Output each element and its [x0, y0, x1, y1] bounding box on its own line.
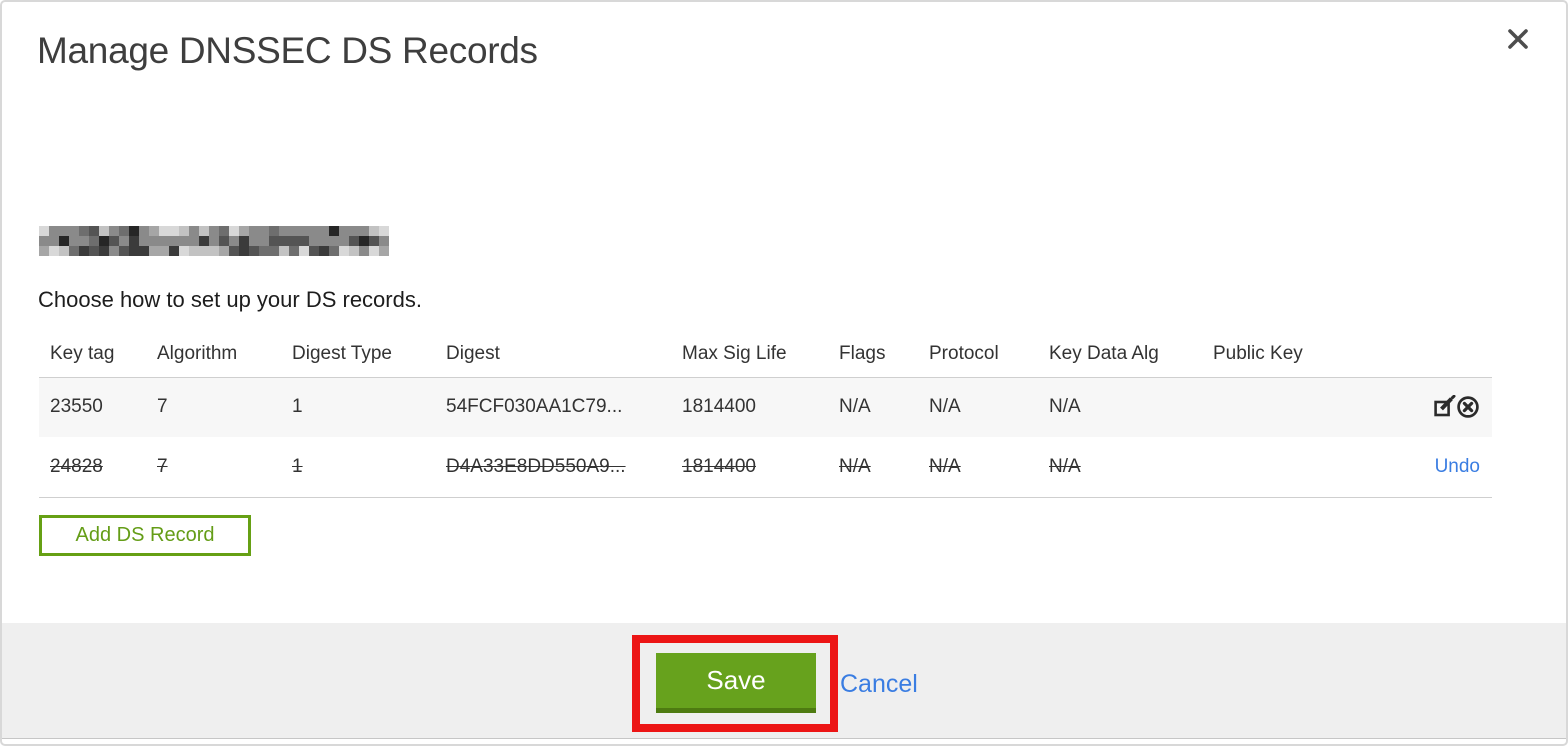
col-header-digest: Digest: [446, 332, 682, 378]
cell-algorithm: 7: [157, 377, 292, 437]
delete-circle-x-icon: [1456, 396, 1480, 422]
cell-public-key: [1213, 377, 1341, 437]
cell-protocol: N/A: [929, 437, 1049, 498]
cell-algorithm: 7: [157, 437, 292, 498]
cell-key-data-alg: N/A: [1049, 437, 1213, 498]
close-button[interactable]: [1504, 26, 1532, 54]
edit-icon: [1432, 394, 1456, 422]
cell-key-tag: 24828: [39, 437, 157, 498]
cancel-link[interactable]: Cancel: [840, 670, 918, 699]
col-header-protocol: Protocol: [929, 332, 1049, 378]
cell-protocol: N/A: [929, 377, 1049, 437]
cell-public-key: [1213, 437, 1341, 498]
table-header-row: Key tag Algorithm Digest Type Digest Max…: [39, 332, 1492, 378]
page-title: Manage DNSSEC DS Records: [37, 30, 538, 71]
cell-key-data-alg: N/A: [1049, 377, 1213, 437]
manage-dnssec-modal: Manage DNSSEC DS Records Choose how to s…: [0, 0, 1568, 746]
edit-record-button[interactable]: [1432, 394, 1456, 422]
close-icon: [1506, 28, 1530, 54]
cell-max-sig-life: 1814400: [682, 437, 839, 498]
cell-flags: N/A: [839, 437, 929, 498]
cell-actions: Undo: [1341, 437, 1492, 498]
col-header-public-key: Public Key: [1213, 332, 1341, 378]
col-header-actions: [1341, 332, 1492, 378]
table-row: 23550 7 1 54FCF030AA1C79... 1814400 N/A …: [39, 377, 1492, 437]
cell-actions: [1341, 377, 1492, 437]
delete-record-button[interactable]: [1456, 395, 1480, 419]
instruction-text: Choose how to set up your DS records.: [38, 287, 422, 312]
cell-max-sig-life: 1814400: [682, 377, 839, 437]
cell-key-tag: 23550: [39, 377, 157, 437]
col-header-max-sig-life: Max Sig Life: [682, 332, 839, 378]
cell-flags: N/A: [839, 377, 929, 437]
table-row-pending-delete: 24828 7 1 D4A33E8DD550A9... 1814400 N/A …: [39, 437, 1492, 498]
undo-link[interactable]: Undo: [1435, 456, 1480, 477]
ds-records-table: Key tag Algorithm Digest Type Digest Max…: [39, 332, 1492, 498]
col-header-key-data-alg: Key Data Alg: [1049, 332, 1213, 378]
col-header-key-tag: Key tag: [39, 332, 157, 378]
col-header-algorithm: Algorithm: [157, 332, 292, 378]
col-header-flags: Flags: [839, 332, 929, 378]
col-header-digest-type: Digest Type: [292, 332, 446, 378]
cell-digest-type: 1: [292, 377, 446, 437]
cell-digest: D4A33E8DD550A9...: [446, 437, 682, 498]
cell-digest-type: 1: [292, 437, 446, 498]
save-button[interactable]: Save: [656, 653, 816, 713]
cell-digest: 54FCF030AA1C79...: [446, 377, 682, 437]
add-ds-record-button[interactable]: Add DS Record: [39, 515, 251, 556]
redacted-domain-name: [39, 226, 389, 256]
